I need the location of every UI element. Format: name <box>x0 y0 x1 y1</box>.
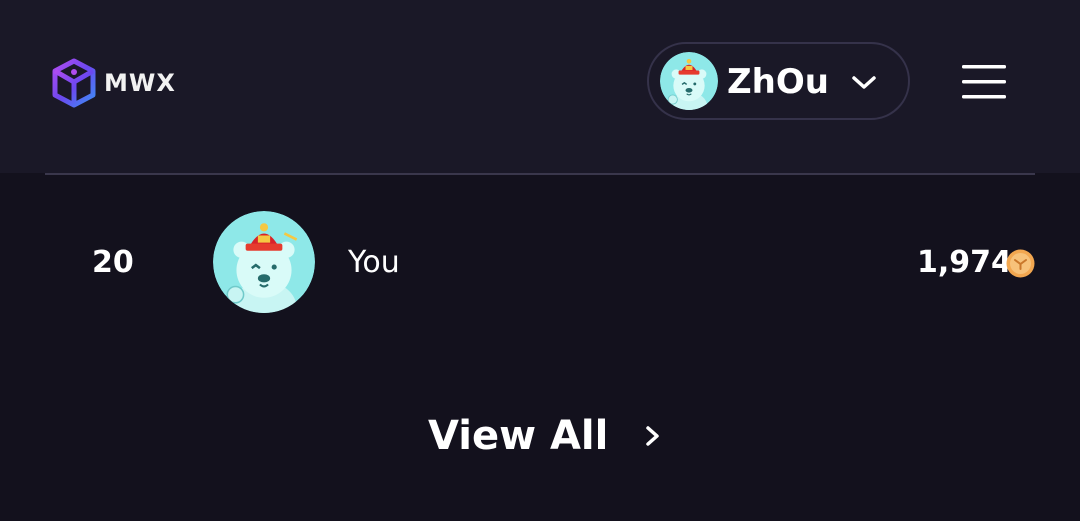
leaderboard-row-current-user[interactable]: 20 You 1,974 <box>0 205 1080 320</box>
view-all-label: View All <box>428 413 609 459</box>
bear-avatar-icon <box>213 211 315 313</box>
rank-number: 20 <box>92 245 134 280</box>
player-score: 1,974 <box>917 245 1012 280</box>
mwx-logo[interactable]: MWX <box>52 58 176 108</box>
user-menu-button[interactable]: ZhOu <box>647 42 910 120</box>
mwx-logo-icon <box>52 58 96 108</box>
player-name: You <box>348 245 400 280</box>
hamburger-menu-icon[interactable] <box>958 62 1010 102</box>
coin-icon <box>1006 249 1035 278</box>
chevron-right-icon <box>646 426 660 446</box>
logo-text: MWX <box>104 69 176 97</box>
user-name: ZhOu <box>727 62 829 102</box>
chevron-down-icon <box>852 76 876 89</box>
header-divider <box>45 173 1035 175</box>
bear-avatar-icon <box>660 52 718 110</box>
top-bar: MWX ZhOu <box>0 0 1080 173</box>
view-all-button[interactable]: View All <box>428 410 664 462</box>
